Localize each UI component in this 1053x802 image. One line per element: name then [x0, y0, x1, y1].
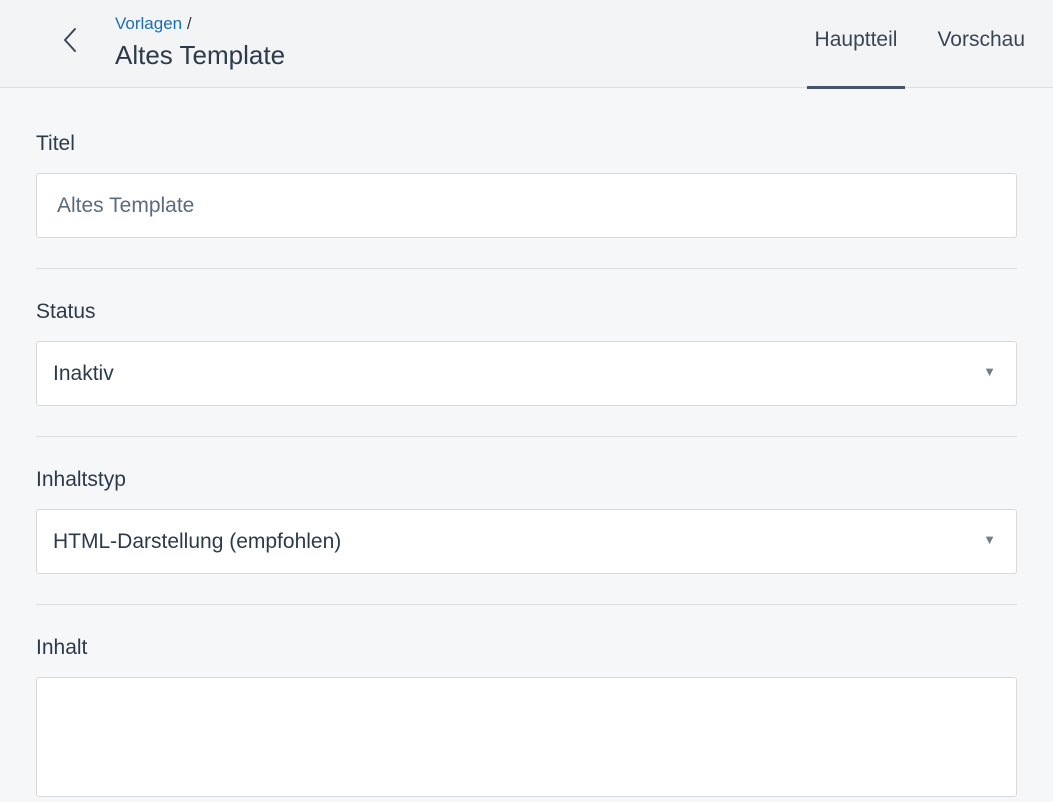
content-field-label: Inhalt [36, 636, 88, 659]
tab-hauptteil[interactable]: Hauptteil [806, 0, 906, 89]
content-type-select-value: HTML-Darstellung (empfohlen) [53, 529, 342, 553]
content-type-field-label: Inhaltstyp [36, 468, 126, 491]
back-button[interactable] [52, 22, 88, 58]
form-content: Titel Status Inaktiv ▼ Inhaltstyp HTML-D… [36, 88, 1017, 802]
content-textarea[interactable] [36, 677, 1017, 797]
title-field-label: Titel [36, 132, 75, 155]
title-input[interactable] [36, 173, 1017, 238]
breadcrumb-separator: / [186, 14, 192, 33]
tab-vorschau[interactable]: Vorschau [915, 0, 1053, 88]
status-field: Status Inaktiv ▼ [36, 269, 1017, 406]
status-select[interactable]: Inaktiv ▼ [36, 341, 1017, 406]
chevron-left-icon [64, 28, 76, 52]
status-select-value: Inaktiv [53, 361, 114, 385]
title-field: Titel [36, 88, 1017, 238]
breadcrumb: Vorlagen / [115, 14, 192, 34]
content-field: Inhalt [36, 605, 1017, 802]
top-bar: Vorlagen / Altes Template Hauptteil Vors… [0, 0, 1053, 89]
content-type-field: Inhaltstyp HTML-Darstellung (empfohlen) … [36, 437, 1017, 574]
tab-bar: Hauptteil Vorschau [806, 0, 1053, 89]
tab-hauptteil-label: Hauptteil [814, 28, 898, 51]
breadcrumb-link-vorlagen[interactable]: Vorlagen [115, 14, 182, 33]
content-type-select[interactable]: HTML-Darstellung (empfohlen) ▼ [36, 509, 1017, 574]
page-title: Altes Template [115, 40, 286, 70]
caret-down-icon: ▼ [983, 364, 996, 379]
tab-vorschau-label: Vorschau [937, 28, 1025, 51]
caret-down-icon: ▼ [983, 532, 996, 547]
status-field-label: Status [36, 300, 96, 323]
